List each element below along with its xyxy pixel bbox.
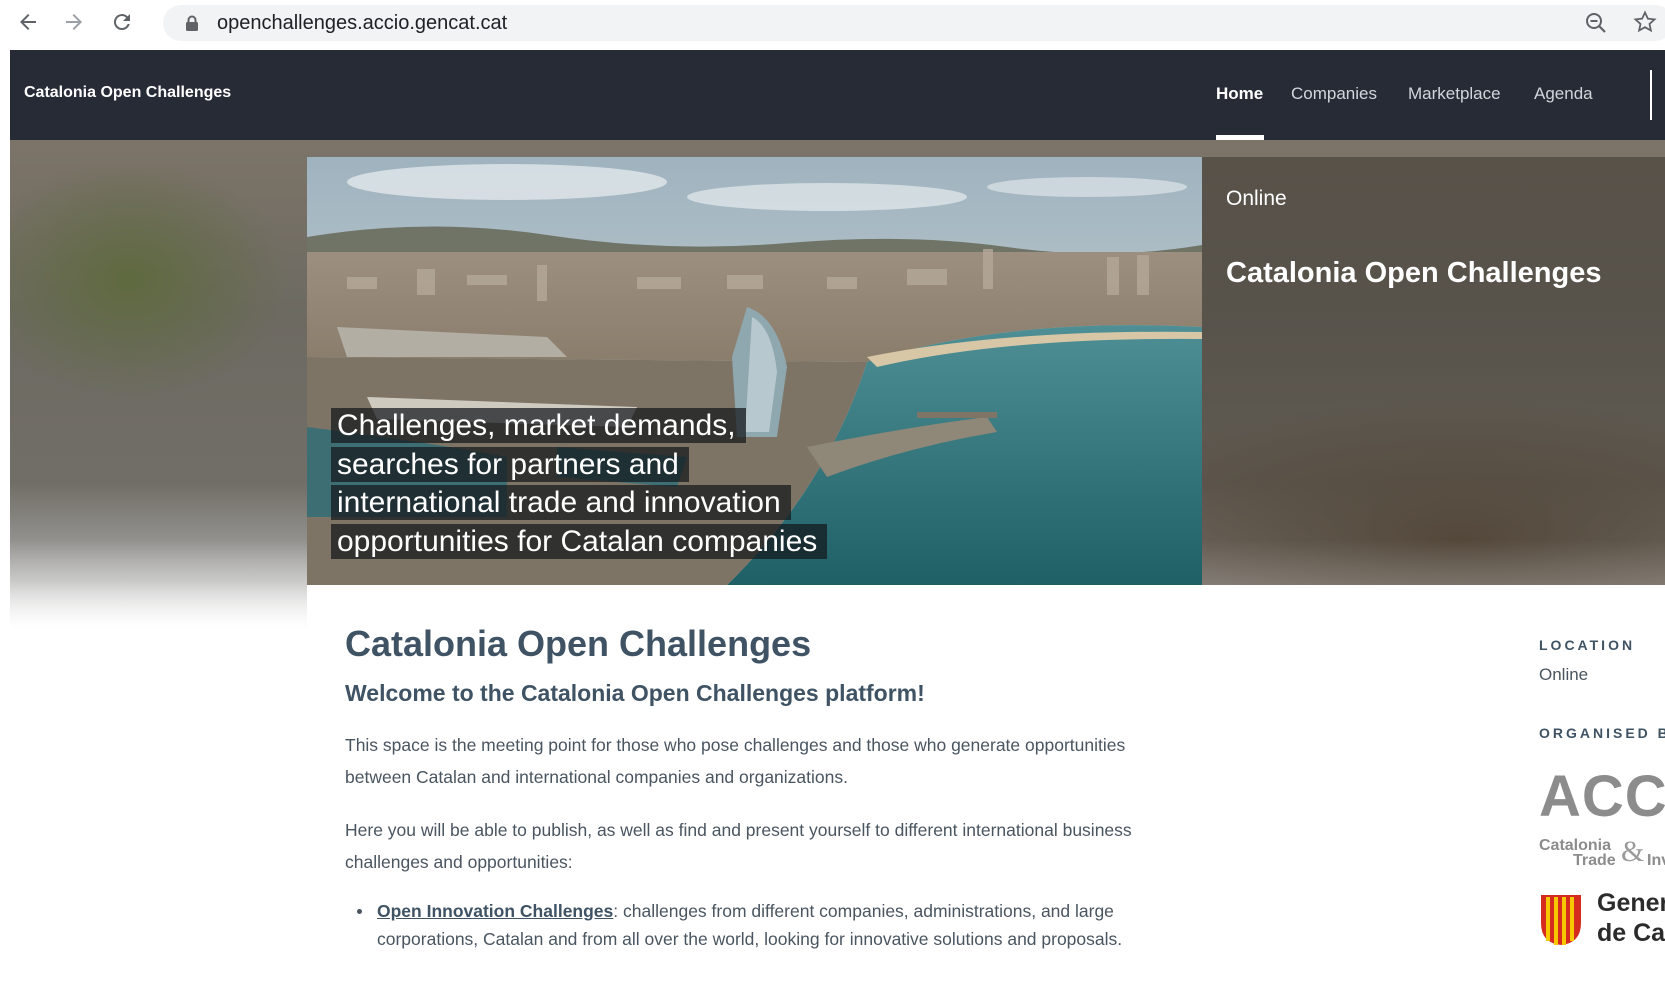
hero-caption-line: international trade and innovation xyxy=(331,485,791,520)
welcome-pre: Welcome to the xyxy=(345,680,521,706)
accio-ampersand-icon: & xyxy=(1621,835,1645,868)
open-innovation-challenges-link[interactable]: Open Innovation Challenges xyxy=(377,901,613,921)
site-header: Catalonia Open Challenges Home Companies… xyxy=(10,50,1665,140)
reload-icon xyxy=(113,14,130,31)
nav-companies[interactable]: Companies xyxy=(1291,84,1377,104)
accio-sub-trade: Trade xyxy=(1573,852,1616,869)
nav-divider xyxy=(1650,70,1652,120)
list-item: Open Innovation Challenges: challenges f… xyxy=(345,897,1165,953)
senyera-shield-icon xyxy=(1541,895,1581,945)
accio-sub-investment: Investment xyxy=(1647,852,1665,869)
nav-marketplace[interactable]: Marketplace xyxy=(1408,84,1501,104)
hero-location: Online xyxy=(1226,187,1287,210)
accio-logo[interactable]: ACCIÓ Catalonia & Trade Investment xyxy=(1539,755,1665,875)
welcome-heading: Welcome to the Catalonia Open Challenges… xyxy=(345,680,925,707)
page-title: Catalonia Open Challenges xyxy=(345,623,812,664)
nav-agenda[interactable]: Agenda xyxy=(1534,84,1593,104)
hero-info-panel: Online Catalonia Open Challenges xyxy=(1202,157,1665,585)
zoom-icon[interactable] xyxy=(1585,12,1607,34)
hero-caption-line: opportunities for Catalan companies xyxy=(331,523,828,559)
hero-caption: Challenges, market demands, searches for… xyxy=(331,407,828,561)
arrow-left-icon xyxy=(20,14,36,30)
lock-icon xyxy=(186,15,198,31)
welcome-bold: Catalonia Open Challenges xyxy=(520,680,819,706)
accio-wordmark: ACCIÓ xyxy=(1539,764,1665,829)
generalitat-logo[interactable]: Generalitat de Catalunya xyxy=(1539,885,1665,955)
organised-by-label: ORGANISED BY xyxy=(1539,725,1665,741)
bookmark-star-icon[interactable] xyxy=(1633,10,1657,34)
arrow-right-icon xyxy=(66,14,82,30)
nav-home[interactable]: Home xyxy=(1216,84,1263,104)
site-brand[interactable]: Catalonia Open Challenges xyxy=(24,84,231,102)
reload-button[interactable] xyxy=(106,6,138,38)
welcome-post: platform! xyxy=(818,680,925,706)
intro-paragraph: This space is the meeting point for thos… xyxy=(345,735,1126,787)
gencat-line-1: Generalitat xyxy=(1597,889,1665,917)
back-button[interactable] xyxy=(12,6,44,38)
content-area: Catalonia Open Challenges Welcome to the… xyxy=(307,585,1665,995)
hero-caption-line: Challenges, market demands, xyxy=(331,408,746,443)
location-label: LOCATION xyxy=(1539,637,1636,653)
hero-title: Catalonia Open Challenges xyxy=(1226,257,1602,289)
forward-button[interactable] xyxy=(58,6,90,38)
browser-toolbar: openchallenges.accio.gencat.cat xyxy=(0,0,1665,48)
opportunity-list: Open Innovation Challenges: challenges f… xyxy=(345,897,1165,953)
publish-paragraph: Here you will be able to publish, as wel… xyxy=(345,820,1132,872)
url-text: openchallenges.accio.gencat.cat xyxy=(217,12,508,34)
web-page: Catalonia Open Challenges Home Companies… xyxy=(10,50,1665,995)
gencat-line-2: de Catalunya xyxy=(1597,919,1665,947)
location-value: Online xyxy=(1539,665,1589,684)
hero-image: Challenges, market demands, searches for… xyxy=(307,157,1202,585)
hero-caption-line: searches for partners and xyxy=(331,446,689,482)
address-bar[interactable]: openchallenges.accio.gencat.cat xyxy=(163,5,1665,41)
